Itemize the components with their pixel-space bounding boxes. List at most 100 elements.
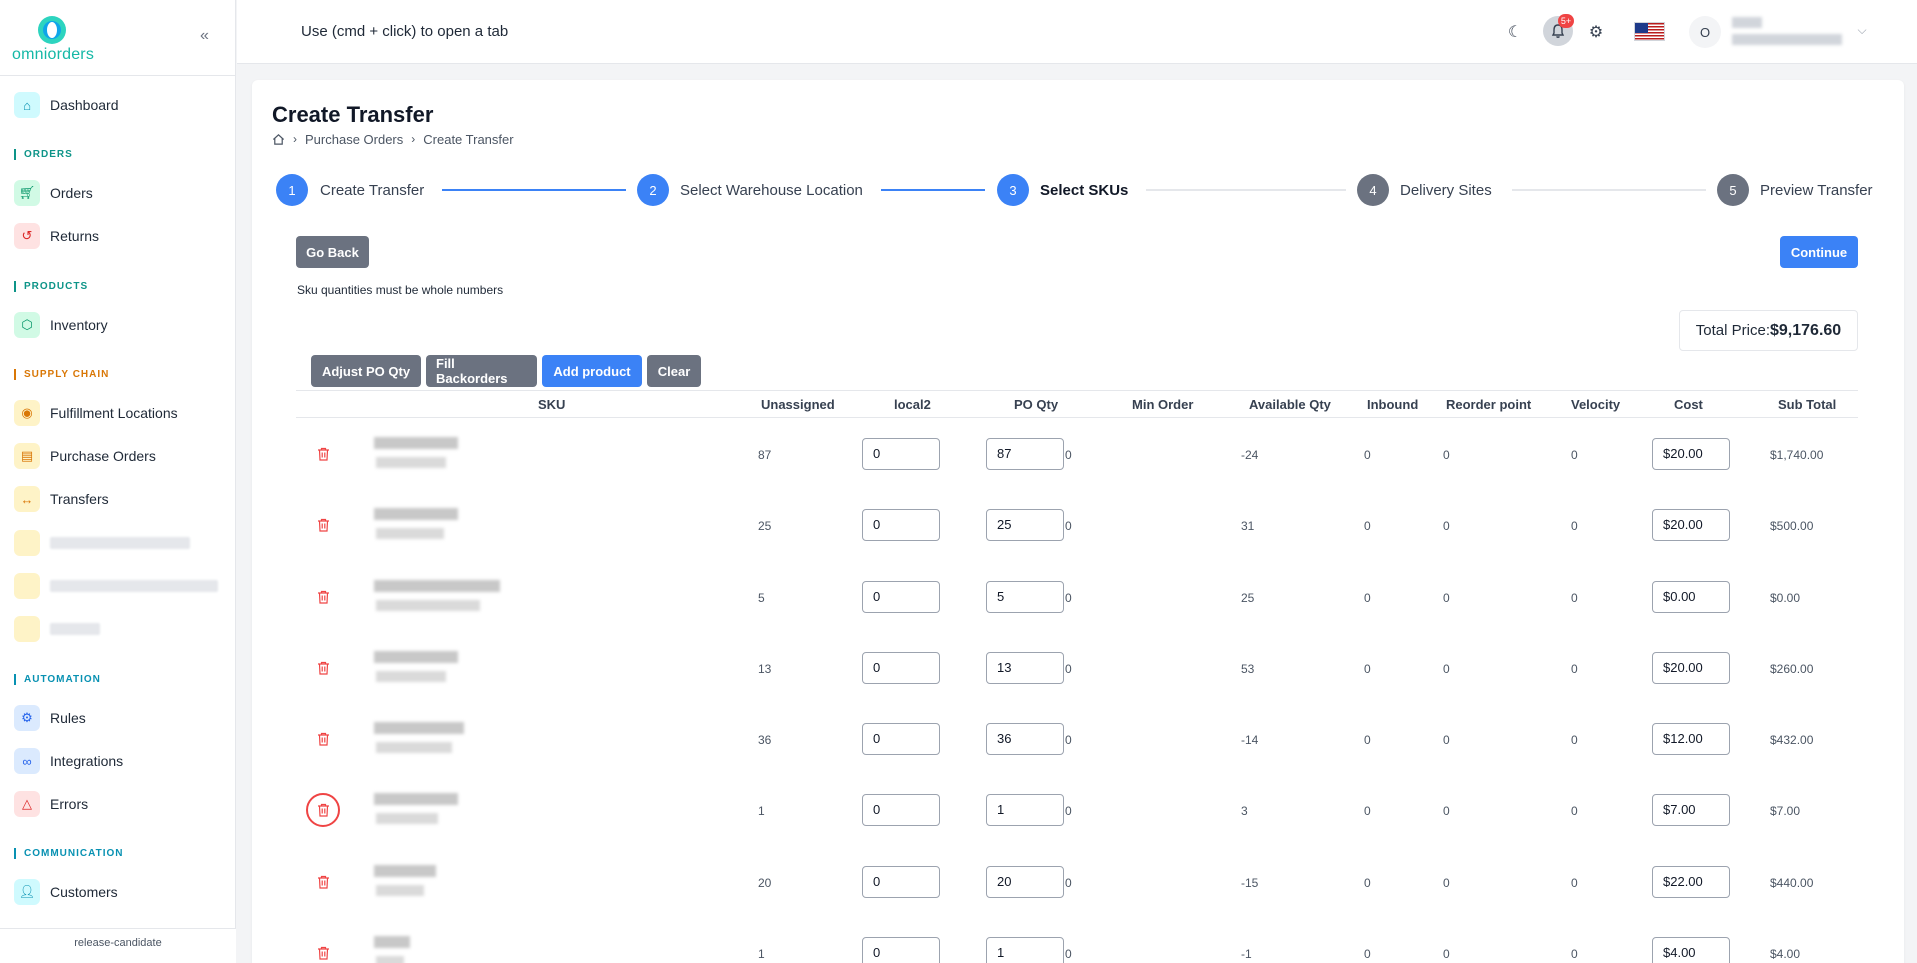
chevron-down-icon[interactable]: ⌵ xyxy=(1852,20,1872,40)
sub-total-value: $1,740.00 xyxy=(1770,448,1824,462)
sidebar-item-fulfillment-locations[interactable]: ◉ Fulfillment Locations xyxy=(14,399,220,427)
adjust-po-qty-button[interactable]: Adjust PO Qty xyxy=(311,355,421,387)
cost-input[interactable]: $0.00 xyxy=(1652,581,1730,613)
delete-row-button[interactable] xyxy=(306,651,340,685)
continue-button[interactable]: Continue xyxy=(1780,236,1858,268)
min-order-value: 0 xyxy=(1065,804,1072,818)
available-qty-value: 3 xyxy=(1241,804,1248,818)
unassigned-value: 36 xyxy=(758,733,772,747)
sidebar-item-redacted-2[interactable] xyxy=(14,572,220,600)
po-qty-input[interactable]: 36 xyxy=(986,723,1064,755)
delete-row-button[interactable] xyxy=(306,722,340,756)
sidebar-item-dashboard[interactable]: ⌂ Dashboard xyxy=(14,91,220,119)
user-email-redacted xyxy=(1732,34,1842,45)
col-sku: SKU xyxy=(538,397,566,412)
delete-row-button[interactable] xyxy=(306,508,340,542)
breadcrumb-purchase-orders[interactable]: Purchase Orders xyxy=(305,132,403,147)
sidebar-item-redacted-3[interactable] xyxy=(14,615,220,643)
cost-input[interactable]: $20.00 xyxy=(1652,438,1730,470)
local2-input[interactable]: 0 xyxy=(862,509,940,541)
sku-quantity-note: Sku quantities must be whole numbers xyxy=(297,283,504,297)
po-qty-input[interactable]: 1 xyxy=(986,794,1064,826)
po-qty-input[interactable]: 13 xyxy=(986,652,1064,684)
sku-name-redacted xyxy=(374,580,500,592)
trash-icon xyxy=(317,447,329,461)
delete-row-button[interactable] xyxy=(306,865,340,899)
cost-input[interactable]: $20.00 xyxy=(1652,509,1730,541)
trash-icon xyxy=(317,590,329,604)
go-back-button[interactable]: Go Back xyxy=(296,236,369,268)
sidebar-item-redacted-1[interactable] xyxy=(14,529,220,557)
sku-name-redacted xyxy=(374,651,458,663)
moon-icon[interactable]: ☾ xyxy=(1503,20,1527,44)
delete-row-button[interactable] xyxy=(306,580,340,614)
col-po-qty: PO Qty xyxy=(1014,397,1059,412)
step-3-circle[interactable]: 3 xyxy=(997,174,1029,206)
local2-input[interactable]: 0 xyxy=(862,581,940,613)
po-qty-input[interactable]: 87 xyxy=(986,438,1064,470)
redacted-label xyxy=(50,580,218,592)
main-card: Create Transfer › Purchase Orders › Crea… xyxy=(252,80,1904,963)
sidebar-item-returns[interactable]: ↺ Returns xyxy=(14,222,220,250)
sidebar-item-rules[interactable]: ⚙ Rules xyxy=(14,704,220,732)
local2-input[interactable]: 0 xyxy=(862,652,940,684)
sidebar-item-inventory[interactable]: ⬡ Inventory xyxy=(14,311,220,339)
local2-input[interactable]: 0 xyxy=(862,438,940,470)
avatar[interactable]: O xyxy=(1689,16,1721,48)
step-4-circle[interactable]: 4 xyxy=(1357,174,1389,206)
sidebar-item-label: Fulfillment Locations xyxy=(50,405,178,421)
unassigned-value: 13 xyxy=(758,662,772,676)
delete-row-button[interactable] xyxy=(306,437,340,471)
cart-icon: 🛒︎ xyxy=(14,180,40,206)
step-1-circle[interactable]: 1 xyxy=(276,174,308,206)
cost-input[interactable]: $7.00 xyxy=(1652,794,1730,826)
stepper: 1 Create Transfer 2 Select Warehouse Loc… xyxy=(276,174,1876,206)
step-5-circle[interactable]: 5 xyxy=(1717,174,1749,206)
add-product-button[interactable]: Add product xyxy=(542,355,642,387)
link-icon: ∞ xyxy=(14,748,40,774)
cost-input[interactable]: $4.00 xyxy=(1652,937,1730,963)
sidebar-item-orders[interactable]: 🛒︎ Orders xyxy=(14,179,220,207)
clear-button[interactable]: Clear xyxy=(647,355,701,387)
collapse-sidebar-icon[interactable]: « xyxy=(200,28,216,44)
cost-input[interactable]: $12.00 xyxy=(1652,723,1730,755)
fill-backorders-button[interactable]: Fill Backorders xyxy=(426,355,537,387)
local2-input[interactable]: 0 xyxy=(862,794,940,826)
chevron-right-icon: › xyxy=(411,132,416,146)
col-sub-total: Sub Total xyxy=(1778,397,1837,412)
cost-input[interactable]: $20.00 xyxy=(1652,652,1730,684)
step-2-circle[interactable]: 2 xyxy=(637,174,669,206)
col-inbound: Inbound xyxy=(1367,397,1419,412)
po-qty-input[interactable]: 25 xyxy=(986,509,1064,541)
min-order-value: 0 xyxy=(1065,876,1072,890)
sidebar-item-errors[interactable]: △ Errors xyxy=(14,790,220,818)
delete-row-button[interactable] xyxy=(306,936,340,963)
po-qty-input[interactable]: 20 xyxy=(986,866,1064,898)
sku-code-redacted xyxy=(376,813,438,824)
section-communication: COMMUNICATION xyxy=(14,848,123,859)
available-qty-value: -15 xyxy=(1241,876,1259,890)
po-qty-input[interactable]: 5 xyxy=(986,581,1064,613)
step-5-label[interactable]: Preview Transfer xyxy=(1760,182,1873,199)
us-flag-icon[interactable] xyxy=(1634,22,1665,41)
local2-input[interactable]: 0 xyxy=(862,723,940,755)
logo[interactable]: omniorders xyxy=(12,12,96,64)
step-4-label[interactable]: Delivery Sites xyxy=(1400,182,1492,199)
delete-row-button[interactable] xyxy=(306,793,340,827)
sidebar-item-transfers[interactable]: ↔ Transfers xyxy=(14,485,220,513)
col-reorder-point: Reorder point xyxy=(1446,397,1532,412)
local2-input[interactable]: 0 xyxy=(862,866,940,898)
step-1-label[interactable]: Create Transfer xyxy=(320,182,424,199)
sidebar-item-purchase-orders[interactable]: ▤ Purchase Orders xyxy=(14,442,220,470)
step-3-label[interactable]: Select SKUs xyxy=(1040,182,1128,199)
home-icon[interactable] xyxy=(272,133,285,146)
sidebar-item-customers[interactable]: 👤︎ Customers xyxy=(14,878,220,906)
settings-gear-icon[interactable]: ⚙ xyxy=(1584,20,1608,44)
cost-input[interactable]: $22.00 xyxy=(1652,866,1730,898)
sidebar-item-integrations[interactable]: ∞ Integrations xyxy=(14,747,220,775)
available-qty-value: 31 xyxy=(1241,519,1255,533)
po-qty-input[interactable]: 1 xyxy=(986,937,1064,963)
velocity-value: 0 xyxy=(1571,947,1578,961)
step-2-label[interactable]: Select Warehouse Location xyxy=(680,182,863,199)
local2-input[interactable]: 0 xyxy=(862,937,940,963)
